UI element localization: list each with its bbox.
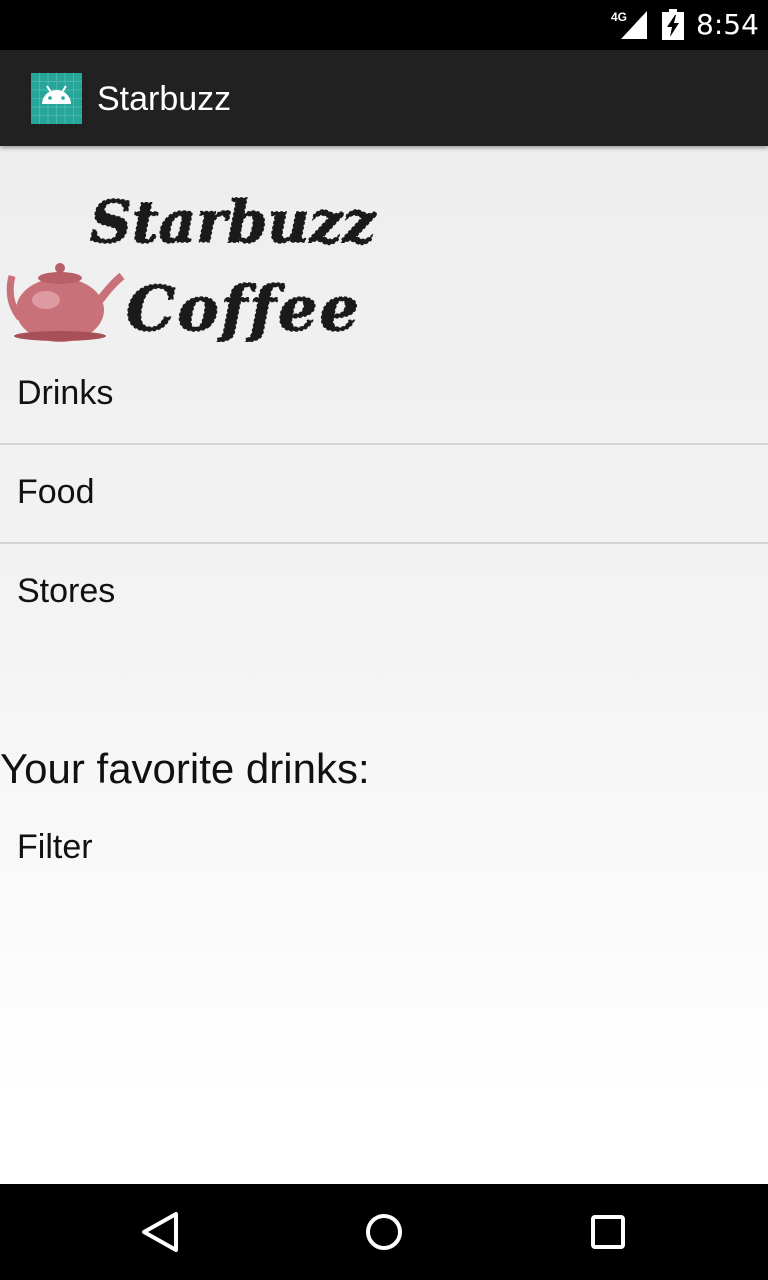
back-icon[interactable] — [132, 1204, 188, 1260]
favorite-label: Filter — [17, 828, 93, 866]
android-app-icon — [31, 73, 82, 124]
network-type-label: 4G — [611, 10, 627, 24]
home-icon[interactable] — [356, 1204, 412, 1260]
teapot-icon — [6, 263, 125, 342]
option-label: Drinks — [17, 374, 114, 412]
svg-text:Coffee: Coffee — [126, 272, 361, 342]
svg-text:Starbuzz: Starbuzz — [90, 188, 376, 256]
clock: 8:54 — [696, 8, 759, 41]
action-bar: Starbuzz — [0, 50, 768, 146]
starbuzz-logo: Starbuzz Coffee — [6, 187, 377, 342]
favorite-item[interactable]: Filter — [0, 818, 768, 876]
cellular-signal-icon: 4G — [611, 10, 647, 39]
system-navigation-bar — [0, 1184, 768, 1280]
main-content: Starbuzz Coffee Drinks Food Stores Your … — [0, 146, 768, 1184]
favorites-heading: Your favorite drinks: — [0, 745, 370, 792]
options-list: Drinks Food Stores — [0, 346, 768, 641]
option-food[interactable]: Food — [0, 445, 768, 544]
option-label: Stores — [17, 572, 116, 610]
option-drinks[interactable]: Drinks — [0, 346, 768, 445]
app-title: Starbuzz — [97, 80, 232, 118]
option-stores[interactable]: Stores — [0, 544, 768, 641]
option-label: Food — [17, 473, 95, 511]
recents-icon[interactable] — [580, 1204, 636, 1260]
status-bar: 4G 8:54 — [0, 0, 768, 50]
battery-charging-icon — [662, 9, 684, 40]
favorites-list: Filter — [0, 818, 768, 876]
screen: 4G 8:54 Starbuzz Starbuzz Coffee Drinks … — [0, 0, 768, 1280]
